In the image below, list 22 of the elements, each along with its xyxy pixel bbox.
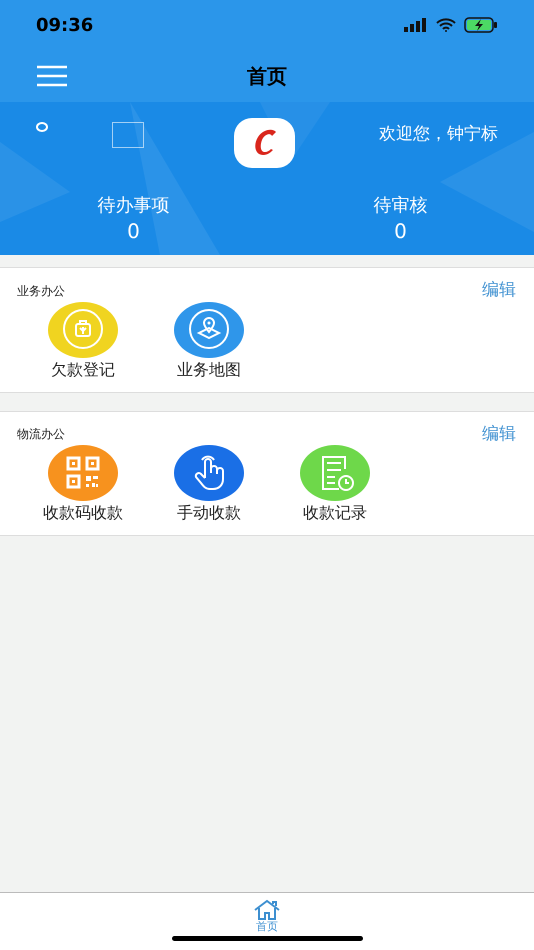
signal-icon	[404, 18, 428, 32]
circle-icon	[36, 122, 48, 132]
menu-icon[interactable]	[36, 65, 68, 87]
stat-label: 待审核	[374, 194, 428, 218]
shortcut-item[interactable]: 业务地图	[150, 302, 268, 382]
battery-icon	[464, 17, 498, 33]
shortcut-item[interactable]: 欠款登记	[24, 302, 142, 382]
welcome-text: 欢迎您，钟宁标	[379, 123, 498, 146]
stat-label: 待办事项	[98, 194, 170, 218]
page-title: 首页	[247, 63, 287, 90]
section-title: 物流办公	[17, 426, 65, 444]
logo-icon	[234, 118, 295, 168]
section-title: 业务办公	[17, 282, 65, 300]
shortcut-item[interactable]: 收款码收款	[24, 445, 142, 525]
shortcut-item[interactable]: 收款记录	[276, 445, 394, 525]
wifi-icon	[436, 18, 456, 32]
image-placeholder	[112, 122, 144, 148]
shortcut-item[interactable]: 手动收款	[150, 445, 268, 525]
stat-value: 0	[127, 219, 140, 244]
home-icon	[253, 899, 281, 921]
stat-value: 0	[394, 219, 407, 244]
status-time: 09:36	[36, 14, 94, 38]
